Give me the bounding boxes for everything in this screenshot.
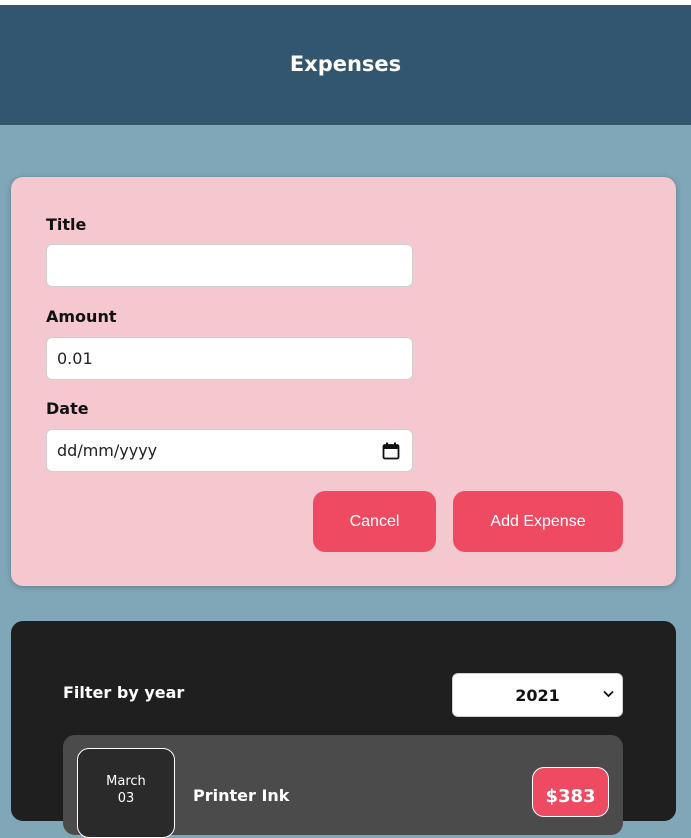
add-expense-button[interactable]: Add Expense (453, 491, 623, 552)
app-header: Expenses (0, 5, 691, 125)
page-title: Expenses (289, 52, 402, 76)
chevron-down-icon (603, 690, 614, 698)
amount-label: Amount (46, 307, 117, 326)
expense-price: $383 (532, 767, 609, 817)
expenses-list: Filter by year 2021 March 03 Printer Ink… (11, 621, 676, 838)
new-expense-form: Title Amount 0.01 Date dd/mm/yyyy Cancel… (11, 177, 676, 586)
year-select[interactable]: 2021 (452, 673, 623, 717)
cancel-button[interactable]: Cancel (313, 491, 436, 552)
expense-item[interactable]: March 03 Printer Ink $383 (63, 735, 623, 838)
selected-year: 2021 (515, 685, 560, 705)
expense-day: 03 (117, 791, 135, 806)
date-placeholder: dd/mm/yyyy (57, 441, 158, 460)
calendar-icon[interactable] (382, 442, 400, 460)
title-input[interactable] (46, 244, 413, 287)
title-label: Title (46, 215, 87, 234)
date-label: Date (46, 399, 89, 418)
expense-month: March (106, 774, 146, 789)
amount-input[interactable]: 0.01 (46, 337, 413, 380)
date-input[interactable]: dd/mm/yyyy (46, 429, 413, 472)
expense-date: March 03 (77, 748, 175, 838)
filter-label: Filter by year (63, 683, 185, 702)
